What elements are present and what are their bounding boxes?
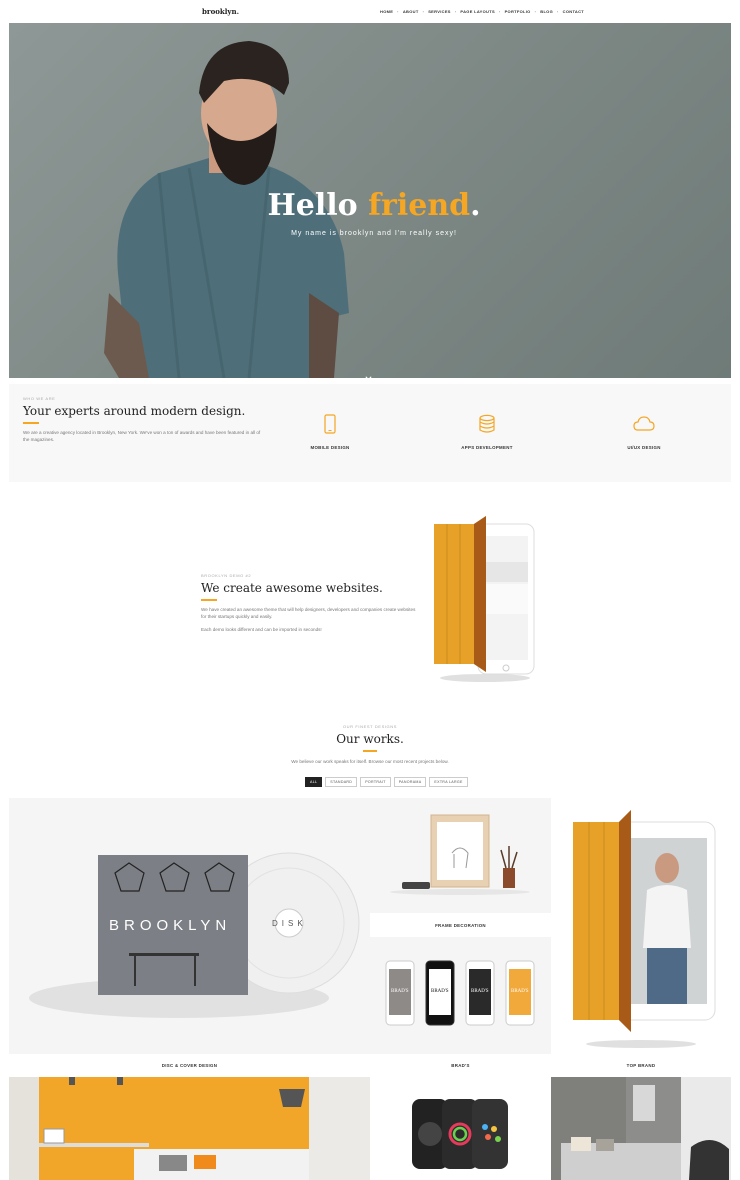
yellow-living-room-image [9, 1077, 370, 1180]
hero-title-end: . [470, 188, 481, 223]
disk-text: DISK [272, 919, 307, 928]
portfolio-item-disc-cover[interactable]: BROOKLYN DISK [9, 798, 370, 1054]
create-title: We create awesome websites. [201, 581, 383, 595]
accent-divider [363, 750, 377, 752]
create-text-2: Each demo looks different and can be imp… [201, 627, 322, 632]
page: brooklyn. HOME · ABOUT · SERVICES · PAGE… [0, 0, 740, 1180]
smart-watches-image [412, 1099, 508, 1169]
service-label: UI/UX DESIGN [627, 445, 661, 450]
nav-about[interactable]: ABOUT [403, 9, 419, 14]
service-uiux-design[interactable]: UI/UX DESIGN [599, 414, 689, 450]
works-title: Our works. [336, 732, 404, 746]
portfolio-item-brads[interactable]: BRAD'S BRAD'S BRAD'S BRAD'S [370, 937, 551, 1054]
services-title: Your experts around modern design. [23, 404, 246, 418]
nav-separator: · [397, 9, 399, 14]
nav-separator: · [454, 9, 457, 14]
brads-phone-label: BRAD'S [391, 989, 409, 994]
caption-disc-cover: DISC & COVER DESIGN [161, 1063, 218, 1068]
portfolio-item-top-brand[interactable] [551, 798, 731, 1054]
site-header: brooklyn. HOME · ABOUT · SERVICES · PAGE… [0, 0, 740, 22]
services-text: We are a creative agency located in Broo… [23, 430, 261, 442]
accent-divider [201, 599, 217, 601]
service-label: MOBILE DESIGN [310, 445, 350, 450]
hero-title: Hello friend. [9, 188, 731, 223]
database-icon [479, 414, 495, 433]
nav-blog[interactable]: BLOG [540, 9, 553, 14]
frame-caption-bar: FRAME DECORATION [370, 913, 551, 937]
hero-subtitle: My name is brooklyn and I'm really sexy! [291, 230, 457, 237]
frame-decoration-image [390, 814, 530, 895]
brads-phone-label: BRAD'S [511, 989, 529, 994]
cover-brooklyn-text: BROOKLYN [109, 917, 231, 934]
disc-cover-image: BROOKLYN DISK [29, 852, 360, 1018]
caption-top-brand: TOP BRAND [626, 1063, 656, 1068]
hero-section: Hello friend. My name is brooklyn and I'… [9, 23, 731, 378]
service-apps-development[interactable]: APPS DEVELOPMENT [442, 414, 532, 450]
portfolio-item-living-room[interactable] [551, 1077, 731, 1180]
caption-brads: BRAD'S [451, 1063, 470, 1068]
nav-separator: · [557, 9, 559, 14]
brads-phones-image: BRAD'S BRAD'S BRAD'S BRAD'S [385, 960, 535, 1026]
portfolio-item-frame[interactable] [370, 798, 551, 913]
service-label: APPS DEVELOPMENT [461, 445, 513, 450]
site-logo[interactable]: brooklyn. [202, 7, 239, 16]
filter-panorama[interactable]: PANORAMA [393, 777, 427, 787]
portfolio-filters: ALL STANDARD PORTRAIT PANORAMA EXTRA LAR… [305, 777, 468, 787]
hero-title-accent: friend [368, 188, 471, 223]
nav-separator: · [498, 9, 501, 14]
service-mobile-design[interactable]: MOBILE DESIGN [285, 414, 375, 450]
services-section: WHO WE ARE Your experts around modern de… [9, 384, 731, 482]
ipad-mockup-image [434, 516, 535, 682]
works-tag: OUR FINEST DESIGNS [342, 724, 398, 729]
main-nav: HOME · ABOUT · SERVICES · PAGE LAYOUTS ·… [380, 9, 584, 14]
accent-divider [23, 422, 39, 424]
tablet-portrait-image [573, 810, 716, 1048]
cloud-icon [633, 416, 655, 431]
nav-portfolio[interactable]: PORTFOLIO [505, 9, 531, 14]
grey-living-room-image [551, 1077, 731, 1180]
double-chevron-down-icon[interactable] [364, 375, 373, 378]
create-text: We have created an awesome theme that wi… [201, 607, 416, 619]
filter-all[interactable]: ALL [305, 777, 323, 787]
nav-contact[interactable]: CONTACT [563, 9, 584, 14]
nav-separator: · [422, 9, 425, 14]
hero-title-main: Hello [267, 188, 369, 223]
caption-frame-decoration: FRAME DECORATION [435, 923, 486, 928]
portfolio-item-interior-yellow[interactable] [9, 1077, 370, 1180]
brads-phone-label: BRAD'S [431, 989, 449, 994]
nav-separator: · [534, 9, 537, 14]
create-tag: BROOKLYN DEMO #2 [201, 573, 252, 578]
filter-portrait[interactable]: PORTRAIT [360, 777, 391, 787]
nav-services[interactable]: SERVICES [428, 9, 451, 14]
smartphone-icon [324, 414, 336, 434]
filter-extra-large[interactable]: EXTRA LARGE [429, 777, 468, 787]
filter-standard[interactable]: STANDARD [325, 777, 358, 787]
nav-home[interactable]: HOME [380, 9, 393, 14]
services-tag: WHO WE ARE [23, 396, 56, 401]
works-text: We believe our work speaks for itself. B… [291, 759, 449, 764]
nav-page-layouts[interactable]: PAGE LAYOUTS [460, 9, 495, 14]
brads-phone-label: BRAD'S [471, 989, 489, 994]
portfolio-item-watches[interactable] [370, 1077, 551, 1180]
